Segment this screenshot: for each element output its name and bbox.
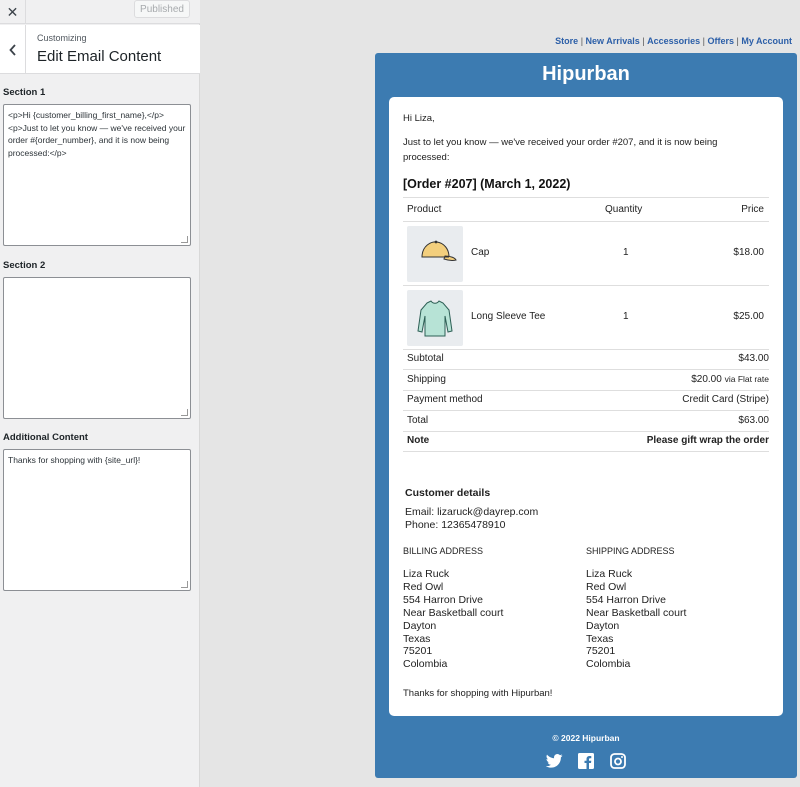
nav-link-accessories[interactable]: Accessories [647, 36, 700, 46]
facebook-icon [578, 753, 594, 769]
subtotal-value: $43.00 [738, 353, 769, 364]
address-line: Dayton [586, 619, 620, 632]
address-line: Liza Ruck [403, 568, 450, 580]
nav-link-offers[interactable]: Offers [707, 36, 734, 46]
table-divider [403, 390, 769, 391]
resize-handle[interactable] [181, 409, 188, 416]
chevron-left-icon [8, 43, 16, 56]
instagram-icon [610, 753, 626, 769]
facebook-link[interactable] [576, 751, 596, 771]
col-header-quantity: Quantity [605, 204, 643, 215]
nav-link-my-account[interactable]: My Account [741, 36, 792, 46]
resize-handle[interactable] [181, 581, 188, 588]
email-brand-title: Hipurban [542, 63, 630, 85]
customizer-header: Customizing Edit Email Content [0, 25, 200, 74]
address-line: Red Owl [403, 580, 444, 593]
total-label: Total [407, 415, 429, 426]
billing-address-heading: BILLING ADDRESS [403, 546, 484, 556]
table-divider [403, 410, 769, 411]
product-thumbnail [407, 290, 463, 346]
shipping-amount: $20.00 [691, 374, 722, 385]
address-line: Colombia [403, 658, 448, 671]
item-price: $18.00 [733, 247, 764, 258]
cap-icon [421, 240, 457, 261]
close-icon: ✕ [6, 3, 19, 20]
table-divider [403, 369, 769, 370]
section2-label: Section 2 [3, 260, 46, 271]
address-line: Red Owl [586, 580, 627, 593]
page-title: Edit Email Content [37, 48, 162, 65]
customizer-topbar: ✕ Published [0, 0, 200, 24]
published-button[interactable]: Published [134, 0, 190, 18]
twitter-link[interactable] [544, 751, 564, 771]
table-divider [403, 451, 769, 452]
address-line: Near Basketball court [586, 606, 687, 619]
item-name: Long Sleeve Tee [471, 311, 546, 322]
shipping-value: $20.00 via Flat rate [691, 374, 769, 385]
address-line: Texas [403, 632, 431, 645]
billing-address: Liza Ruck Red Owl 554 Harron Drive Near … [403, 568, 503, 671]
additional-content-label: Additional Content [3, 432, 88, 443]
instagram-link[interactable] [608, 751, 628, 771]
email-preview: Hipurban Hi Liza, Just to let you know —… [375, 53, 797, 778]
col-header-price: Price [741, 204, 764, 215]
twitter-icon [545, 754, 563, 768]
shipping-address: Liza Ruck Red Owl 554 Harron Drive Near … [586, 568, 686, 671]
address-line: Colombia [586, 658, 631, 671]
email-body-card: Hi Liza, Just to let you know — we've re… [389, 97, 783, 716]
customer-phone: Phone: 12365478910 [405, 519, 506, 531]
table-divider [403, 197, 769, 198]
order-heading: [Order #207] (March 1, 2022) [403, 177, 571, 191]
nav-link-new-arrivals[interactable]: New Arrivals [586, 36, 640, 46]
address-line: Texas [586, 632, 614, 645]
product-thumbnail [407, 226, 463, 282]
note-label: Note [407, 435, 430, 446]
address-line: 554 Harron Drive [586, 593, 666, 606]
resize-handle[interactable] [181, 236, 188, 243]
item-price: $25.00 [733, 311, 764, 322]
shipping-method: via Flat rate [724, 374, 769, 384]
customer-email: Email: lizaruck@dayrep.com [405, 506, 539, 518]
section1-textarea[interactable]: <p>Hi {customer_billing_first_name},</p>… [3, 104, 191, 246]
back-button[interactable] [0, 25, 26, 74]
nav-link-store[interactable]: Store [555, 36, 578, 46]
table-divider [403, 349, 769, 350]
email-footer-copyright: © 2022 Hipurban [552, 733, 620, 743]
table-divider [403, 285, 769, 286]
breadcrumb: Customizing [37, 33, 87, 43]
additional-content-textarea[interactable]: Thanks for shopping with {site_url}! [3, 449, 191, 591]
table-divider [403, 431, 769, 432]
address-line: 75201 [586, 645, 616, 658]
address-line: Dayton [403, 619, 437, 632]
customizer-panel: ✕ Published Customizing Edit Email Conte… [0, 0, 200, 787]
shipping-address-heading: SHIPPING ADDRESS [586, 546, 675, 556]
payment-method-label: Payment method [407, 394, 483, 405]
col-header-product: Product [407, 204, 442, 215]
top-nav-links: Store | New Arrivals | Accessories | Off… [555, 36, 792, 46]
section1-label: Section 1 [3, 87, 46, 98]
intro-line-1: Just to let you know — we've received yo… [403, 137, 718, 148]
table-divider [403, 221, 769, 222]
subtotal-label: Subtotal [407, 353, 444, 364]
address-line: 554 Harron Drive [403, 593, 483, 606]
item-quantity: 1 [623, 311, 629, 322]
shipping-label: Shipping [407, 374, 446, 385]
shirt-icon [417, 300, 453, 337]
close-button[interactable]: ✕ [0, 0, 26, 24]
section2-textarea[interactable] [3, 277, 191, 419]
payment-method-value: Credit Card (Stripe) [682, 394, 769, 405]
note-value: Please gift wrap the order [646, 435, 769, 446]
total-value: $63.00 [738, 415, 769, 426]
address-line: Liza Ruck [586, 568, 633, 580]
item-quantity: 1 [623, 247, 629, 258]
item-name: Cap [471, 247, 490, 258]
greeting: Hi Liza, [403, 113, 435, 124]
intro-line-2: processed: [403, 152, 450, 163]
address-line: 75201 [403, 645, 433, 658]
customer-details-heading: Customer details [405, 487, 491, 499]
closing-message: Thanks for shopping with Hipurban! [403, 688, 553, 699]
address-line: Near Basketball court [403, 606, 504, 619]
